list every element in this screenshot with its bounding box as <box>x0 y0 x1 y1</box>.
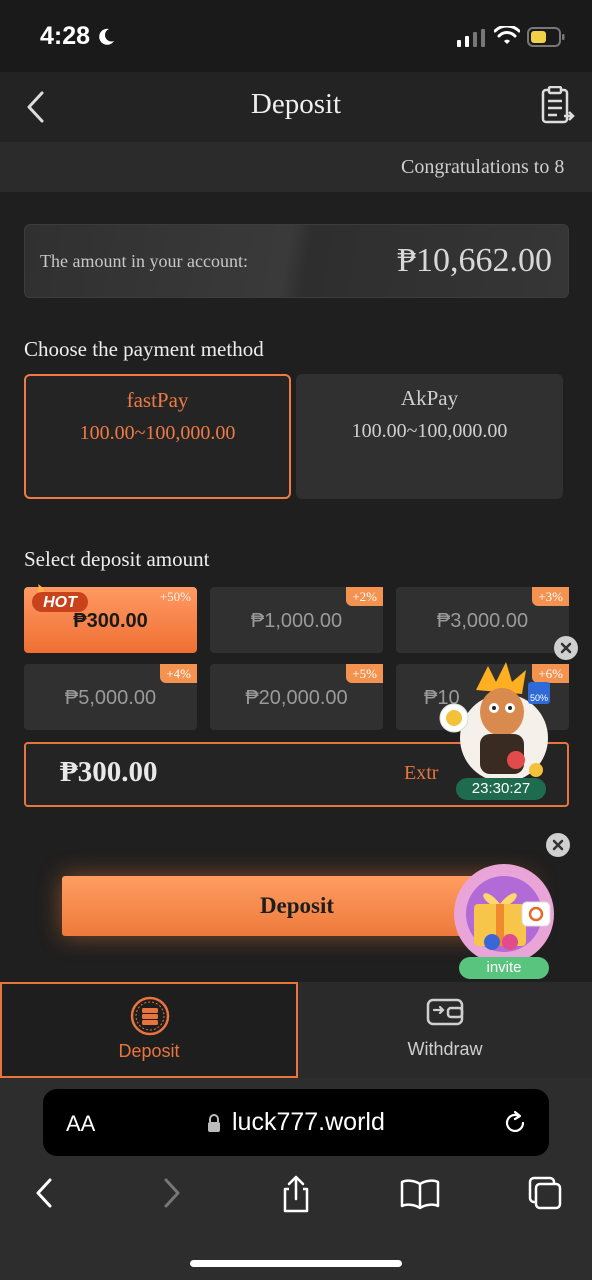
payment-method-akpay[interactable]: AkPay 100.00~100,000.00 <box>296 374 563 499</box>
amount-option-5000[interactable]: ₱5,000.00 +4% <box>24 664 197 730</box>
balance-value: ₱10,662.00 <box>397 242 552 279</box>
payment-method-name: AkPay <box>400 386 459 410</box>
bonus-badge: +3% <box>532 587 569 606</box>
home-indicator <box>190 1260 402 1267</box>
tab-deposit-label: Deposit <box>118 1041 180 1061</box>
payment-method-fastpay[interactable]: fastPay 100.00~100,000.00 <box>24 374 291 499</box>
tabs-icon[interactable] <box>526 1176 564 1212</box>
bonus-badge: +5% <box>346 664 383 683</box>
amount-option-1000[interactable]: ₱1,000.00 +2% <box>210 587 383 653</box>
deposit-amount-heading: Select deposit amount <box>24 547 210 571</box>
extra-bonus-label: Extr <box>404 762 439 784</box>
amount-option-20000[interactable]: ₱20,000.00 +5% <box>210 664 383 730</box>
deposit-records-icon[interactable] <box>538 86 576 126</box>
page-title: Deposit <box>250 88 342 120</box>
promo-character-icon[interactable]: 50% <box>436 660 558 784</box>
share-icon[interactable] <box>280 1174 312 1214</box>
reload-icon[interactable] <box>503 1109 527 1135</box>
close-promo-icon[interactable] <box>554 636 578 660</box>
payment-method-range: 100.00~100,000.00 <box>351 420 508 442</box>
invite-gift-icon[interactable] <box>446 860 562 964</box>
announcement-ticker: Congratulations to 8 <box>0 142 592 192</box>
hot-label: HOT <box>43 594 78 611</box>
payment-method-range: 100.00~100,000.00 <box>79 422 236 444</box>
text-size-button[interactable]: AA <box>66 1111 95 1137</box>
bonus-badge: +2% <box>346 587 383 606</box>
url-text[interactable]: luck777.world <box>232 1108 385 1137</box>
browser-forward-icon[interactable] <box>160 1174 184 1212</box>
withdraw-wallet-icon <box>426 998 464 1026</box>
balance-label: The amount in your account: <box>40 251 248 271</box>
lock-icon <box>208 1114 220 1132</box>
payment-method-name: fastPay <box>126 388 189 412</box>
amount-option-value: ₱1,000.00 <box>250 610 343 632</box>
promo-countdown-timer: 23:30:27 <box>456 778 546 800</box>
tab-deposit[interactable]: Deposit <box>0 982 298 1078</box>
moon-icon <box>99 28 114 45</box>
ticker-text: Congratulations to 8 <box>401 156 565 178</box>
bonus-badge: +50% <box>159 589 191 604</box>
amount-option-value: ₱20,000.00 <box>245 687 348 709</box>
amount-option-3000[interactable]: ₱3,000.00 +3% <box>396 587 569 653</box>
payment-method-heading: Choose the payment method <box>24 337 264 361</box>
browser-back-icon[interactable] <box>32 1174 56 1212</box>
bookmarks-icon[interactable] <box>400 1178 440 1210</box>
amount-option-value: ₱300.00 <box>73 610 148 632</box>
amount-input-value: ₱300.00 <box>60 756 158 788</box>
status-time: 4:28 <box>40 22 91 50</box>
bonus-badge: +4% <box>160 664 197 683</box>
cellular-signal-icon <box>457 29 485 47</box>
tab-withdraw[interactable]: Withdraw <box>298 982 592 1078</box>
invite-label[interactable]: invite <box>459 957 549 979</box>
close-invite-icon[interactable] <box>546 833 570 857</box>
tab-withdraw-label: Withdraw <box>407 1039 483 1059</box>
amount-option-value: ₱3,000.00 <box>436 610 529 632</box>
deposit-coins-icon <box>130 996 170 1036</box>
wifi-icon <box>494 26 520 44</box>
battery-icon <box>527 27 565 47</box>
amount-option-value: ₱5,000.00 <box>64 687 157 709</box>
hot-flame-badge: HOT <box>32 584 88 612</box>
promo-badge: 50% <box>530 693 548 703</box>
